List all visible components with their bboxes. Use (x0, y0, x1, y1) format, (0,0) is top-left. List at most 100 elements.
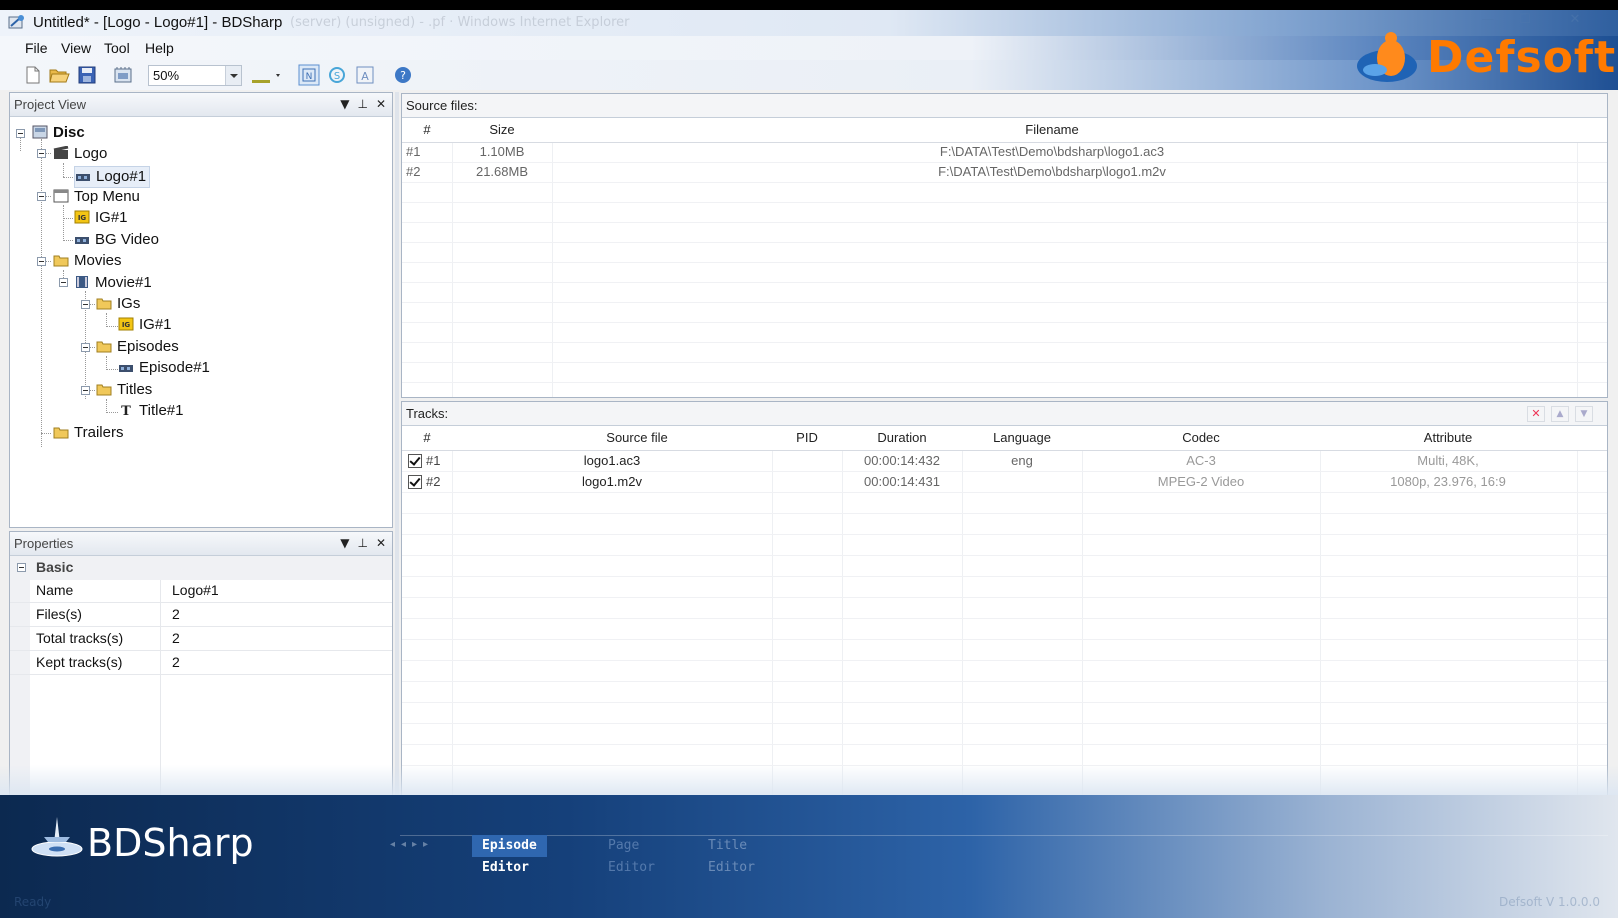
tree-item-titles[interactable]: Titles (96, 380, 152, 402)
folder-icon (96, 298, 112, 310)
open-folder-icon[interactable] (48, 64, 70, 86)
track-checkbox[interactable] (408, 475, 422, 489)
column-header-duration[interactable]: Duration (842, 426, 962, 450)
zoom-select[interactable]: 50% (148, 65, 242, 86)
tree-item-movie-ig1[interactable]: IG IG#1 (118, 315, 172, 337)
menu-file[interactable]: File (25, 40, 48, 56)
remove-track-button[interactable]: ✕ (1527, 406, 1545, 422)
app-icon (8, 15, 24, 29)
tree-item-logo1[interactable]: Logo#1 (74, 166, 151, 188)
tree-item-movie1[interactable]: Movie#1 (74, 273, 152, 295)
panel-menu-icon[interactable]: ▼ (340, 536, 349, 550)
text-mode-icon[interactable]: A (354, 64, 376, 86)
folder-icon (53, 255, 69, 267)
svg-text:IG: IG (78, 214, 87, 222)
background-window-title: (server) (unsigned) - .pf · Windows Inte… (290, 15, 630, 30)
zoom-value: 50% (153, 68, 180, 83)
source-files-title: Source files: (406, 98, 478, 113)
column-header-attribute[interactable]: Attribute (1320, 426, 1576, 450)
window-title: Untitled* - [Logo - Logo#1] - BDSharp (33, 14, 283, 31)
column-header-size[interactable]: Size (452, 118, 552, 142)
pin-icon[interactable]: ⊥ (357, 536, 367, 550)
tree-expander[interactable] (81, 343, 90, 352)
tree-item-episodes[interactable]: Episodes (96, 337, 179, 359)
app-window: Untitled* - [Logo - Logo#1] - BDSharp (s… (0, 10, 1618, 918)
tree-expander[interactable] (81, 386, 90, 395)
menu-help[interactable]: Help (145, 40, 174, 56)
pin-icon[interactable]: ⊥ (357, 97, 367, 111)
vertical-splitter[interactable] (395, 92, 399, 796)
film-strip-icon (76, 276, 88, 288)
property-row-files[interactable]: Files(s) 2 (10, 604, 392, 627)
panel-menu-icon[interactable]: ▼ (340, 97, 349, 111)
property-row-kept-tracks[interactable]: Kept tracks(s) 2 (10, 652, 392, 675)
properties-header: Properties ▼ ⊥ ✕ (10, 532, 392, 556)
tracks-header: Tracks: ✕ ▲ ▼ (402, 402, 1607, 426)
build-disc-icon[interactable] (112, 64, 134, 86)
normal-mode-icon[interactable]: N (298, 64, 320, 86)
interactive-graphics-icon: IG (118, 317, 134, 331)
tree-expander[interactable] (16, 129, 25, 138)
defsoft-emblem-icon (1357, 32, 1417, 82)
defsoft-logo: Defsoft (1355, 28, 1615, 92)
column-header-filename[interactable]: Filename (552, 118, 1552, 142)
svg-text:N: N (306, 72, 313, 82)
source-files-header: Source files: (402, 94, 1607, 118)
tree-expander[interactable] (59, 278, 68, 287)
tab-page-editor[interactable]: Page Editor (598, 835, 665, 875)
tree-item-episode1[interactable]: Episode#1 (118, 358, 210, 380)
svg-text:A: A (361, 70, 369, 83)
menu-window-icon (53, 189, 69, 203)
help-icon[interactable]: ? (392, 64, 414, 86)
chevron-down-icon[interactable] (225, 66, 241, 85)
column-header-num[interactable]: # (402, 426, 452, 450)
column-header-num[interactable]: # (402, 118, 452, 142)
project-view-header: Project View ▼ ⊥ ✕ (10, 93, 392, 117)
property-row-total-tracks[interactable]: Total tracks(s) 2 (10, 628, 392, 651)
move-down-button[interactable]: ▼ (1575, 406, 1593, 422)
menu-view[interactable]: View (61, 40, 91, 56)
tree-item-logo[interactable]: Logo (53, 144, 107, 166)
column-header-source-file[interactable]: Source file (452, 426, 822, 450)
menu-tool[interactable]: Tool (104, 40, 130, 56)
column-header-pid[interactable]: PID (772, 426, 842, 450)
property-section-label: Basic (36, 559, 74, 575)
close-icon[interactable]: ✕ (376, 97, 386, 111)
tree-expander[interactable] (81, 300, 90, 309)
tracks-title: Tracks: (406, 406, 449, 421)
bdsharp-logo-icon (31, 817, 83, 857)
svg-text:IG: IG (122, 321, 131, 329)
tree-item-ig1[interactable]: IG IG#1 (74, 208, 128, 230)
tree-expander[interactable] (37, 257, 46, 266)
tree-item-trailers[interactable]: Trailers (53, 423, 123, 445)
tree-item-top-menu[interactable]: Top Menu (53, 187, 140, 209)
tree-expander[interactable] (37, 149, 46, 158)
project-view-title: Project View (14, 97, 87, 112)
close-icon[interactable]: ✕ (376, 536, 386, 550)
safe-area-icon[interactable]: S (326, 64, 348, 86)
tab-episode-editor[interactable]: Episode Editor (472, 835, 547, 875)
line-color-icon[interactable] (250, 64, 284, 86)
column-header-language[interactable]: Language (962, 426, 1082, 450)
source-files-grid: # Size Filename #1 1.10MB F:\DATA\Test\D… (402, 118, 1607, 397)
tree-item-title1[interactable]: T Title#1 (118, 401, 183, 423)
column-header-codec[interactable]: Codec (1082, 426, 1320, 450)
property-row-name[interactable]: Name Logo#1 (10, 580, 392, 603)
tree-expander[interactable] (37, 192, 46, 201)
tree-item-igs[interactable]: IGs (96, 294, 140, 316)
property-section-basic[interactable]: Basic (10, 556, 392, 580)
save-icon[interactable] (76, 64, 98, 86)
new-file-icon[interactable] (22, 64, 44, 86)
svg-text:S: S (334, 71, 340, 82)
tree-item-disc[interactable]: Disc (32, 123, 85, 145)
text-title-icon: T (121, 404, 131, 417)
move-up-button[interactable]: ▲ (1551, 406, 1569, 422)
tree-item-bg-video[interactable]: BG Video (74, 230, 159, 252)
tracks-panel: Tracks: ✕ ▲ ▼ # Source file PID Duration… (401, 401, 1608, 796)
track-checkbox[interactable] (408, 454, 422, 468)
tab-title-editor[interactable]: Title Editor (698, 835, 765, 875)
tab-scroll-icon[interactable]: ◂◂▸▸ (390, 839, 434, 850)
video-clip-icon (76, 174, 90, 181)
collapse-icon[interactable] (17, 563, 26, 572)
tree-item-movies[interactable]: Movies (53, 251, 122, 273)
